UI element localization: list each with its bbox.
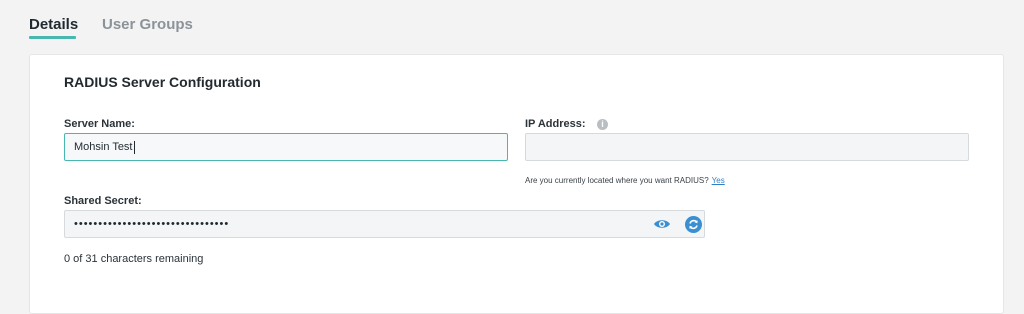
shared-secret-label: Shared Secret: — [64, 195, 142, 207]
server-name-value: Mohsin Test — [74, 141, 133, 153]
tab-bar: Details User Groups — [0, 0, 1024, 50]
eye-icon[interactable] — [653, 218, 671, 230]
hint-text: Are you currently located where you want… — [525, 176, 709, 185]
active-tab-indicator — [29, 36, 76, 39]
server-name-label: Server Name: — [64, 118, 135, 130]
server-name-input[interactable]: Mohsin Test — [64, 133, 508, 161]
tab-user-groups[interactable]: User Groups — [102, 16, 193, 34]
hint-yes-link[interactable]: Yes — [712, 176, 725, 185]
shared-secret-value: •••••••••••••••••••••••••••••••• — [74, 218, 230, 230]
radius-config-card: RADIUS Server Configuration Server Name:… — [29, 54, 1004, 314]
text-caret — [133, 140, 135, 154]
info-circle-icon[interactable]: i — [597, 119, 608, 130]
ip-address-input[interactable] — [525, 133, 969, 161]
refresh-icon[interactable] — [685, 216, 702, 233]
card-title: RADIUS Server Configuration — [64, 74, 261, 90]
characters-remaining: 0 of 31 characters remaining — [64, 253, 204, 265]
tab-details[interactable]: Details — [29, 16, 78, 34]
shared-secret-input[interactable]: •••••••••••••••••••••••••••••••• — [64, 210, 705, 238]
ip-address-label: IP Address: — [525, 118, 586, 130]
ip-location-hint: Are you currently located where you want… — [525, 176, 725, 185]
